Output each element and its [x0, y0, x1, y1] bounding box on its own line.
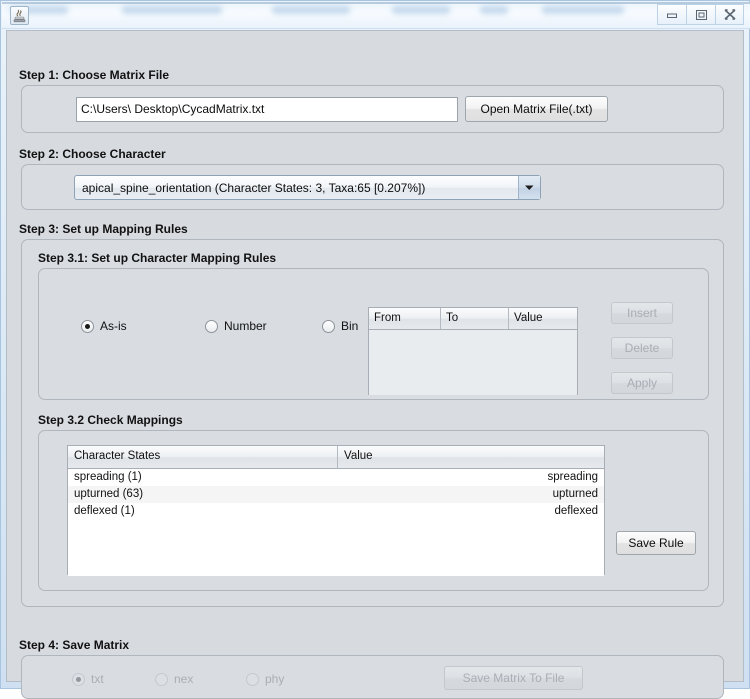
step31-heading: Step 3.1: Set up Character Mapping Rules: [38, 251, 277, 265]
column-header-to[interactable]: To: [441, 308, 509, 329]
radio-format-phy-label: phy: [265, 672, 285, 686]
radio-format-nex[interactable]: nex: [155, 670, 193, 688]
mapping-rules-actions: Insert Delete Apply: [611, 302, 673, 407]
cell-value: spreading: [547, 471, 598, 483]
save-rule-button[interactable]: Save Rule: [616, 531, 696, 555]
character-select-value: apical_spine_orientation (Character Stat…: [82, 180, 426, 195]
step32-heading: Step 3.2 Check Mappings: [38, 413, 183, 427]
chevron-down-icon[interactable]: [518, 176, 540, 199]
radio-dot-icon: [72, 672, 85, 686]
radio-number-label: Number: [224, 319, 267, 333]
step4-heading: Step 4: Save Matrix: [19, 638, 130, 652]
java-app-icon: [10, 6, 29, 25]
save-matrix-to-file-button[interactable]: Save Matrix To File: [444, 666, 583, 690]
cell-value: deflexed: [554, 505, 598, 517]
radio-format-txt[interactable]: txt: [72, 670, 104, 688]
mapping-rules-table[interactable]: From To Value: [368, 307, 578, 395]
radio-format-nex-label: nex: [174, 672, 194, 686]
radio-dot-icon: [155, 672, 168, 686]
window-controls: [657, 4, 744, 25]
character-select[interactable]: apical_spine_orientation (Character Stat…: [74, 175, 541, 200]
open-matrix-file-button[interactable]: Open Matrix File(.txt): [465, 96, 608, 122]
cell-value: upturned: [552, 488, 598, 500]
column-header-from[interactable]: From: [369, 308, 441, 329]
table-row[interactable]: spreading (1) spreading: [68, 469, 604, 486]
radio-as-is[interactable]: As-is: [81, 317, 127, 335]
radio-bin[interactable]: Bin: [322, 317, 358, 335]
cell-character-state: deflexed (1): [74, 505, 135, 517]
radio-format-phy[interactable]: phy: [246, 670, 284, 688]
table-row[interactable]: upturned (63) upturned: [68, 486, 604, 503]
radio-dot-icon: [322, 319, 335, 333]
check-mappings-table-empty-area: [68, 520, 604, 576]
apply-rule-button[interactable]: Apply: [611, 372, 673, 394]
step2-panel: apical_spine_orientation (Character Stat…: [21, 164, 724, 210]
step1-heading: Step 1: Choose Matrix File: [19, 68, 170, 82]
title-bar: [2, 2, 750, 29]
application-window: Step 1: Choose Matrix File C:\Users\ Des…: [0, 0, 750, 699]
radio-dot-icon: [246, 672, 259, 686]
step3-panel: Step 3.1: Set up Character Mapping Rules…: [21, 239, 724, 607]
mapping-mode-radio-group: As-is Number Bin From To Value Insert De…: [39, 269, 710, 401]
radio-number[interactable]: Number: [205, 317, 267, 335]
title-bar-accent-line: [2, 2, 750, 4]
insert-rule-button[interactable]: Insert: [611, 302, 673, 324]
maximize-button[interactable]: [686, 4, 715, 25]
cell-character-state: spreading (1): [74, 471, 142, 483]
mapping-rules-table-body: [369, 330, 577, 395]
step1-panel: C:\Users\ Desktop\CycadMatrix.txt Open M…: [21, 85, 724, 133]
radio-dot-icon: [81, 319, 94, 333]
step32-panel: Character States Value spreading (1) spr…: [38, 430, 709, 591]
column-header-character-states[interactable]: Character States: [68, 446, 338, 468]
step4-panel: txt nex phy Save Matrix To File: [21, 655, 724, 699]
matrix-file-path-input[interactable]: C:\Users\ Desktop\CycadMatrix.txt: [76, 97, 458, 122]
table-row[interactable]: deflexed (1) deflexed: [68, 503, 604, 520]
main-content-area: Step 1: Choose Matrix File C:\Users\ Des…: [6, 30, 744, 699]
blurred-background-strip: [2, 2, 750, 20]
step2-heading: Step 2: Choose Character: [19, 147, 166, 161]
check-mappings-table[interactable]: Character States Value spreading (1) spr…: [67, 445, 605, 576]
cell-character-state: upturned (63): [74, 488, 144, 500]
step31-panel: As-is Number Bin From To Value Insert De…: [38, 268, 709, 400]
check-mappings-table-header: Character States Value: [68, 446, 604, 469]
radio-bin-label: Bin: [341, 319, 359, 333]
step3-heading: Step 3: Set up Mapping Rules: [19, 222, 188, 236]
radio-format-txt-label: txt: [91, 672, 104, 686]
close-button[interactable]: [715, 4, 744, 25]
delete-rule-button[interactable]: Delete: [611, 337, 673, 359]
column-header-value[interactable]: Value: [509, 308, 577, 329]
radio-dot-icon: [205, 319, 218, 333]
minimize-button[interactable]: [657, 4, 686, 25]
column-header-value[interactable]: Value: [338, 446, 604, 468]
radio-as-is-label: As-is: [100, 319, 127, 333]
mapping-rules-table-header: From To Value: [369, 308, 577, 330]
